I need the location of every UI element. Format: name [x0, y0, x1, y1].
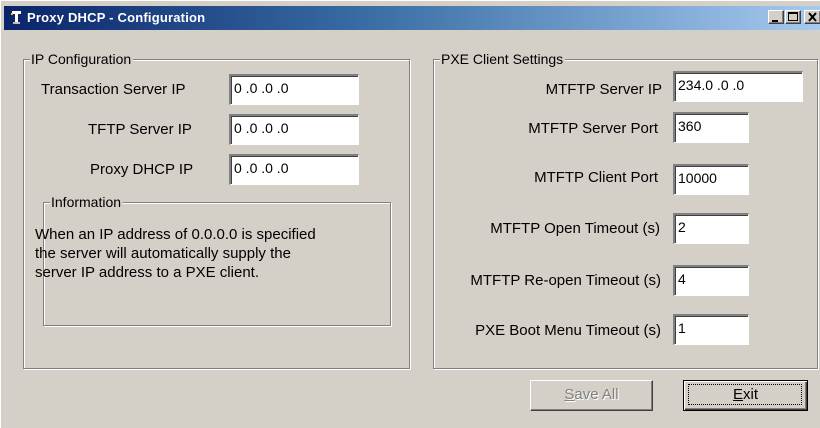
mtftp-server-port-label: MTFTP Server Port — [528, 120, 658, 137]
close-button[interactable] — [804, 10, 820, 24]
information-line: the server will automatically supply the — [35, 245, 291, 262]
information-text: When an IP address of 0.0.0.0 is specifi… — [35, 225, 395, 282]
mtftp-server-ip-label: MTFTP Server IP — [545, 81, 662, 98]
save-all-button: Save All — [530, 380, 653, 411]
pxe-client-settings-legend: PXE Client Settings — [440, 50, 566, 68]
title-bar[interactable]: Proxy DHCP - Configuration — [4, 6, 820, 30]
proxy-dhcp-ip-input[interactable]: 0 .0 .0 .0 — [229, 154, 359, 185]
mtftp-client-port-label: MTFTP Client Port — [534, 169, 658, 186]
exit-button[interactable]: Exit — [683, 380, 808, 411]
maximize-icon — [788, 12, 798, 21]
minimize-button[interactable] — [768, 10, 784, 24]
maximize-button[interactable] — [785, 10, 801, 24]
tftp-server-ip-input[interactable]: 0 .0 .0 .0 — [229, 114, 359, 145]
transaction-server-ip-label: Transaction Server IP — [41, 81, 186, 98]
information-legend: Information — [50, 193, 124, 211]
mtftp-reopen-timeout-label: MTFTP Re-open Timeout (s) — [470, 272, 661, 289]
mtftp-client-port-input[interactable]: 10000 — [673, 164, 749, 195]
app-icon — [11, 11, 21, 24]
minimize-icon — [772, 20, 778, 22]
information-line: When an IP address of 0.0.0.0 is specifi… — [35, 226, 316, 243]
proxy-dhcp-configuration-window: Proxy DHCP - Configuration IP Configurat… — [0, 0, 820, 428]
mtftp-server-ip-input[interactable]: 234.0 .0 .0 — [673, 71, 803, 102]
tftp-server-ip-label: TFTP Server IP — [88, 121, 192, 138]
information-line: server IP address to a PXE client. — [35, 264, 259, 281]
pxe-boot-menu-timeout-label: PXE Boot Menu Timeout (s) — [475, 322, 661, 339]
transaction-server-ip-input[interactable]: 0 .0 .0 .0 — [229, 74, 359, 105]
pxe-boot-menu-timeout-input[interactable]: 1 — [673, 314, 749, 345]
window-title: Proxy DHCP - Configuration — [27, 10, 206, 25]
save-all-mnemonic: S — [564, 386, 575, 403]
ip-configuration-legend: IP Configuration — [30, 50, 134, 68]
mtftp-server-port-input[interactable]: 360 — [673, 112, 749, 143]
mtftp-reopen-timeout-input[interactable]: 4 — [673, 265, 749, 296]
exit-mnemonic: E — [732, 386, 743, 403]
close-icon — [808, 12, 817, 22]
mtftp-open-timeout-label: MTFTP Open Timeout (s) — [490, 220, 660, 237]
exit-label: xit — [743, 386, 758, 403]
mtftp-open-timeout-input[interactable]: 2 — [673, 213, 749, 244]
proxy-dhcp-ip-label: Proxy DHCP IP — [90, 161, 194, 178]
save-all-label: ave All — [574, 386, 619, 403]
